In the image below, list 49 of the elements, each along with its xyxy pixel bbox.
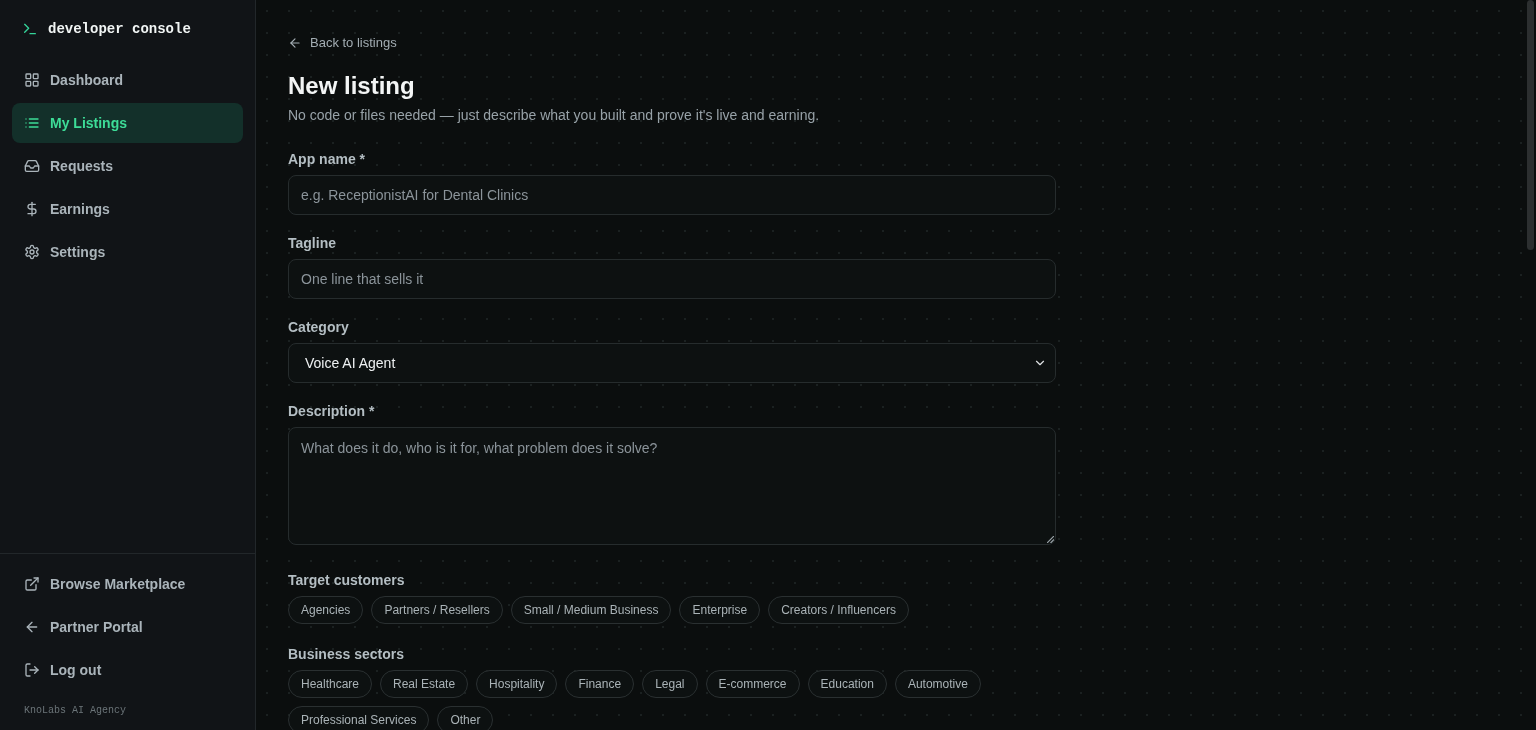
nav-item[interactable]: Earnings xyxy=(12,189,243,229)
logout-icon xyxy=(24,662,40,678)
sidebar-link[interactable]: Partner Portal xyxy=(12,607,243,647)
nav-item[interactable]: Requests xyxy=(12,146,243,186)
group-label: Business sectors xyxy=(288,645,404,664)
brand-title: developer console xyxy=(48,20,191,39)
sidebar-link[interactable]: Log out xyxy=(12,650,243,690)
page-subtitle: No code or files needed — just describe what you built and prove it's live and earning. xyxy=(288,106,820,125)
toggle-chip[interactable]: Other xyxy=(437,706,494,730)
toggle-chip[interactable]: Enterprise xyxy=(679,596,761,624)
resize-grip-icon[interactable] xyxy=(1047,536,1054,543)
field-label: Category xyxy=(288,318,349,337)
dollar-icon xyxy=(24,201,40,217)
nav-item[interactable]: Settings xyxy=(12,232,243,272)
text-input[interactable]: One line that sells it xyxy=(288,259,1056,299)
settings-icon xyxy=(24,244,40,260)
field-label: App name * xyxy=(288,150,365,169)
toggle-chip[interactable]: E-commerce xyxy=(705,670,800,698)
toggle-chip[interactable]: Education xyxy=(807,670,887,698)
back-link[interactable]: Back to listings xyxy=(288,34,397,52)
toggle-chip[interactable]: Hospitality xyxy=(476,670,558,698)
nav-item[interactable]: My Listings xyxy=(12,103,243,143)
group-label: Target customers xyxy=(288,571,405,590)
inbox-icon xyxy=(24,158,40,174)
toggle-chip[interactable]: Healthcare xyxy=(288,670,373,698)
nav-item[interactable]: Dashboard xyxy=(12,60,243,100)
field-label: Description * xyxy=(288,402,375,421)
toggle-chip[interactable]: Partners / Resellers xyxy=(371,596,503,624)
terminal-icon xyxy=(22,21,38,37)
scrollbar-thumb[interactable] xyxy=(1527,0,1534,250)
text-input[interactable]: e.g. ReceptionistAI for Dental Clinics xyxy=(288,175,1056,215)
external-link-icon xyxy=(24,576,40,592)
toggle-chip[interactable]: Legal xyxy=(642,670,698,698)
grid-icon xyxy=(24,72,40,88)
arrow-left-icon xyxy=(24,619,40,635)
toggle-chip[interactable]: Creators / Influencers xyxy=(768,596,909,624)
toggle-chip[interactable]: Professional Services xyxy=(288,706,430,730)
field-label: Tagline xyxy=(288,234,336,253)
sidebar-link[interactable]: Browse Marketplace xyxy=(12,564,243,604)
toggle-chip[interactable]: Agencies xyxy=(288,596,364,624)
toggle-chip[interactable]: Small / Medium Business xyxy=(510,596,672,624)
page-title: New listing xyxy=(288,71,415,101)
toggle-chip[interactable]: Real Estate xyxy=(380,670,469,698)
footer-note: KnoLabs AI Agency xyxy=(23,704,128,718)
list-icon xyxy=(24,115,40,131)
toggle-chip[interactable]: Automotive xyxy=(894,670,981,698)
description-textarea[interactable]: What does it do, who is it for, what problem does it solve? xyxy=(288,427,1056,545)
toggle-chip[interactable]: Finance xyxy=(565,670,635,698)
category-select[interactable]: Voice AI Agent xyxy=(288,343,1056,383)
